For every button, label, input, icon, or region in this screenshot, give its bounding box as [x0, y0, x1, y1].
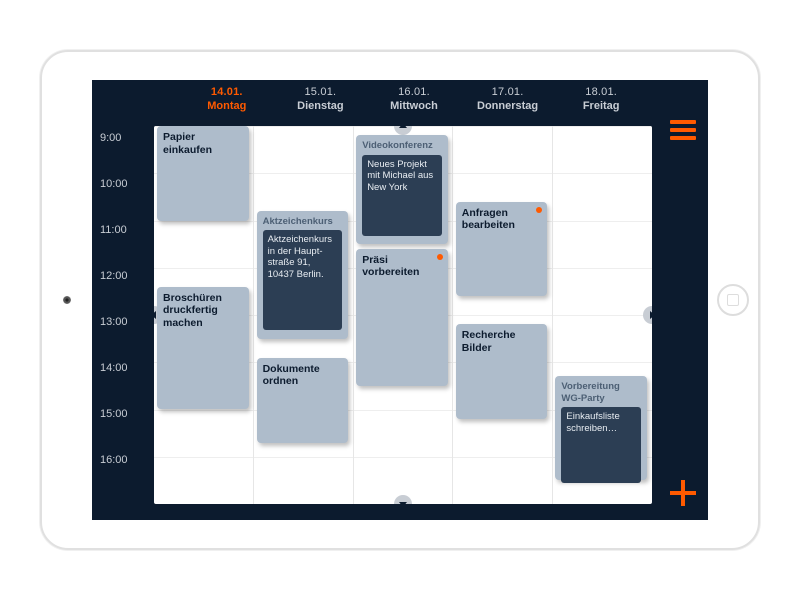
tablet-frame: 14.01. Montag 15.01. Dienstag 16.01. Mit… — [40, 50, 760, 550]
event-title: Anfragen bearbeiten — [462, 207, 542, 232]
hour-label: 14:00 — [100, 362, 148, 408]
day-name: Donnerstag — [461, 100, 555, 114]
calendar-event[interactable]: Videokonferenz Neues Projekt mit Michael … — [356, 135, 448, 244]
event-title: Präsi vorbereiten — [362, 254, 442, 279]
day-date: 17.01. — [461, 86, 555, 100]
day-header[interactable]: 14.01. Montag — [180, 86, 274, 114]
hour-label-column: 9:00 10:00 11:00 12:00 13:00 14:00 15:00… — [100, 132, 148, 500]
calendar-grid[interactable]: Papier einkaufen Broschüren druckfertig m… — [154, 126, 652, 504]
home-button[interactable] — [717, 284, 749, 316]
bezel-left — [42, 52, 92, 548]
event-header: Videokonferenz — [362, 140, 442, 151]
day-name: Freitag — [554, 100, 648, 114]
day-header-row: 14.01. Montag 15.01. Dienstag 16.01. Mit… — [180, 86, 648, 114]
day-header[interactable]: 16.01. Mittwoch — [367, 86, 461, 114]
calendar-event[interactable]: Anfragen bearbeiten — [456, 202, 548, 297]
calendar-event[interactable]: Präsi vorbereiten — [356, 249, 448, 386]
day-name: Montag — [180, 100, 274, 114]
event-body: Einkaufsliste schreiben… — [561, 407, 641, 483]
priority-dot-icon — [437, 254, 443, 260]
day-date: 15.01. — [274, 86, 368, 100]
screen: 14.01. Montag 15.01. Dienstag 16.01. Mit… — [92, 80, 708, 520]
hour-label: 9:00 — [100, 132, 148, 178]
day-column — [453, 126, 553, 504]
event-title: Broschüren druckfertig machen — [163, 292, 243, 330]
hour-label: 15:00 — [100, 408, 148, 454]
day-header[interactable]: 15.01. Dienstag — [274, 86, 368, 114]
event-title: Recherche Bilder — [462, 329, 542, 354]
event-body: Aktzeichenkurs in der Haupt­straße 91, 1… — [263, 230, 343, 330]
event-header: Aktzeichenkurs — [263, 216, 343, 227]
event-title: Dokumente ordnen — [263, 363, 343, 388]
event-title: Papier einkaufen — [163, 131, 243, 156]
calendar-event[interactable]: Aktzeichenkurs Aktzeichenkurs in der Haup… — [257, 211, 349, 339]
bezel-right — [708, 52, 758, 548]
day-header[interactable]: 18.01. Freitag — [554, 86, 648, 114]
day-name: Mittwoch — [367, 100, 461, 114]
calendar-event[interactable]: Recherche Bilder — [456, 324, 548, 419]
hour-label: 16:00 — [100, 454, 148, 500]
event-body: Neues Projekt mit Michael aus New York — [362, 155, 442, 236]
hour-label: 11:00 — [100, 224, 148, 270]
calendar-event[interactable]: Broschüren druckfertig machen — [157, 287, 249, 410]
add-button[interactable] — [670, 480, 696, 506]
calendar-event[interactable]: Papier einkaufen — [157, 126, 249, 221]
day-header[interactable]: 17.01. Donnerstag — [461, 86, 555, 114]
day-date: 18.01. — [554, 86, 648, 100]
day-date: 16.01. — [367, 86, 461, 100]
menu-icon[interactable] — [670, 120, 696, 140]
event-header: Vorbereitung WG-Party — [561, 381, 641, 404]
calendar-event[interactable]: Dokumente ordnen — [257, 358, 349, 443]
hour-label: 12:00 — [100, 270, 148, 316]
hour-label: 13:00 — [100, 316, 148, 362]
hour-label: 10:00 — [100, 178, 148, 224]
camera — [63, 296, 71, 304]
priority-dot-icon — [536, 207, 542, 213]
day-name: Dienstag — [274, 100, 368, 114]
calendar-event[interactable]: Vorbereitung WG-Party Einkaufsliste schre… — [555, 376, 647, 480]
day-date: 14.01. — [180, 86, 274, 100]
